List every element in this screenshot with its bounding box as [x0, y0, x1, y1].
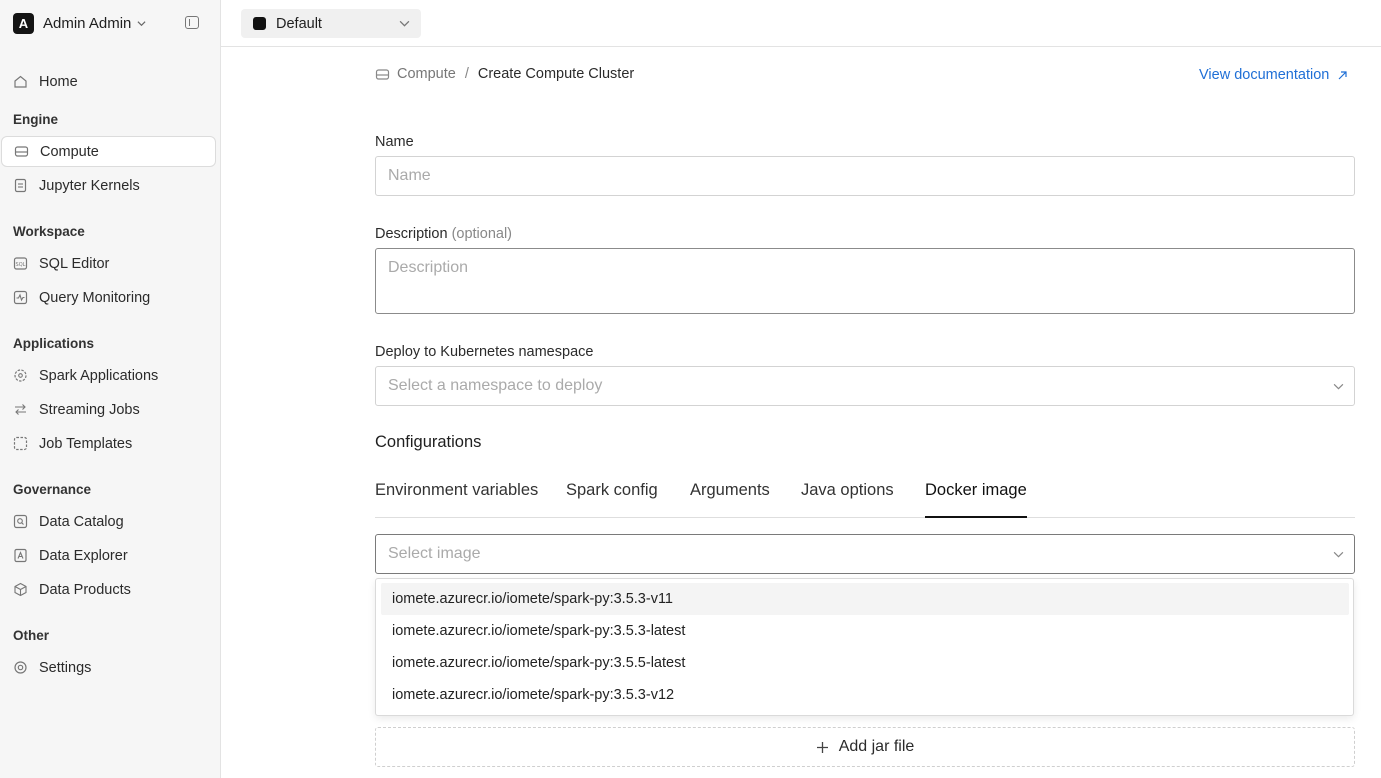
- dropdown-option[interactable]: iomete.azurecr.io/iomete/spark-py:3.5.5-…: [381, 647, 1349, 679]
- sidebar-item-label: Settings: [39, 659, 92, 676]
- notebook-icon: [13, 178, 28, 193]
- view-documentation-link[interactable]: View documentation: [1199, 67, 1348, 83]
- section-applications: Applications: [13, 336, 95, 351]
- sidebar-item-jupyter-kernels[interactable]: Jupyter Kernels: [1, 170, 216, 201]
- sidebar-item-query-monitoring[interactable]: Query Monitoring: [1, 282, 216, 313]
- template-icon: [13, 436, 28, 451]
- chevron-down-icon: [1333, 383, 1344, 390]
- tab-java-options[interactable]: Java options: [801, 481, 894, 518]
- dropdown-option[interactable]: iomete.azurecr.io/iomete/spark-py:3.5.3-…: [381, 615, 1349, 647]
- tab-docker-image[interactable]: Docker image: [925, 481, 1027, 518]
- sidebar-item-sql-editor[interactable]: SQL SQL Editor: [1, 248, 216, 279]
- view-documentation-label: View documentation: [1199, 67, 1330, 83]
- sidebar-toggle-icon[interactable]: [185, 16, 199, 29]
- sidebar-item-label: Data Explorer: [39, 547, 128, 564]
- sidebar-item-label: Job Templates: [39, 435, 133, 452]
- sidebar-item-streaming-jobs[interactable]: Streaming Jobs: [1, 394, 216, 425]
- plus-icon: [816, 741, 828, 753]
- sidebar-item-data-explorer[interactable]: Data Explorer: [1, 540, 216, 571]
- package-icon: [13, 582, 28, 597]
- sidebar-item-data-catalog[interactable]: Data Catalog: [1, 506, 216, 537]
- namespace-placeholder: Select a namespace to deploy: [388, 377, 603, 394]
- add-jar-button[interactable]: Add jar file: [375, 727, 1355, 767]
- svg-text:SQL: SQL: [16, 262, 26, 268]
- sidebar-item-home[interactable]: Home: [1, 66, 216, 97]
- user-menu[interactable]: A Admin Admin: [13, 12, 213, 34]
- description-label-text: Description: [375, 226, 448, 242]
- breadcrumb: Compute / Create Compute Cluster: [375, 65, 634, 83]
- sidebar-item-label: Compute: [40, 143, 99, 160]
- add-jar-label: Add jar file: [838, 738, 915, 755]
- section-other: Other: [13, 628, 50, 643]
- optional-hint: (optional): [451, 226, 513, 242]
- docker-image-select[interactable]: Select image: [375, 534, 1355, 574]
- name-placeholder: Name: [388, 167, 431, 184]
- sidebar-item-settings[interactable]: Settings: [1, 652, 216, 683]
- chevron-down-icon: [137, 20, 146, 26]
- section-engine: Engine: [13, 112, 59, 127]
- sidebar-item-label: Streaming Jobs: [39, 401, 140, 418]
- external-link-icon: [1338, 70, 1347, 79]
- workspace-icon: [253, 17, 266, 30]
- configurations-title: Configurations: [375, 433, 482, 451]
- docker-image-dropdown: iomete.azurecr.io/iomete/spark-py:3.5.3-…: [375, 578, 1354, 716]
- avatar: A: [13, 12, 34, 34]
- chevron-down-icon: [1333, 551, 1344, 558]
- sidebar-item-label: Data Products: [39, 581, 131, 598]
- catalog-icon: [13, 514, 28, 529]
- docker-image-placeholder: Select image: [388, 545, 481, 562]
- gear-icon: [13, 660, 28, 675]
- chevron-down-icon: [399, 20, 410, 27]
- sidebar-item-label: Query Monitoring: [39, 289, 151, 306]
- sidebar-item-label: Jupyter Kernels: [39, 177, 140, 194]
- sidebar-item-data-products[interactable]: Data Products: [1, 574, 216, 605]
- sidebar-item-job-templates[interactable]: Job Templates: [1, 428, 216, 459]
- namespace-label: Deploy to Kubernetes namespace: [375, 344, 594, 360]
- tab-arguments[interactable]: Arguments: [690, 481, 770, 518]
- sidebar: A Admin Admin Home Engine Compute Jupyte…: [0, 0, 221, 778]
- spark-icon: [13, 368, 28, 383]
- sidebar-item-spark-applications[interactable]: Spark Applications: [1, 360, 216, 391]
- breadcrumb-separator: /: [464, 66, 469, 82]
- namespace-select[interactable]: Select a namespace to deploy: [375, 366, 1355, 406]
- workspace-label: Default: [276, 15, 322, 32]
- sidebar-item-label: Spark Applications: [39, 367, 159, 384]
- description-textarea[interactable]: Description: [375, 248, 1355, 314]
- server-icon: [14, 144, 29, 159]
- sql-icon: SQL: [13, 256, 28, 271]
- home-icon: [13, 74, 28, 89]
- config-tabs: Environment variables Spark config Argum…: [375, 470, 1355, 518]
- name-input[interactable]: Name: [375, 156, 1355, 196]
- description-label: Description (optional): [375, 226, 512, 242]
- section-governance: Governance: [13, 482, 92, 497]
- breadcrumb-parent[interactable]: Compute: [397, 66, 456, 82]
- top-bar: Default: [221, 0, 1381, 47]
- tab-environment-variables[interactable]: Environment variables: [375, 481, 538, 518]
- activity-icon: [13, 290, 28, 305]
- server-icon: [375, 68, 390, 80]
- user-name: Admin Admin: [43, 14, 132, 32]
- description-placeholder: Description: [388, 259, 469, 276]
- sidebar-item-label: SQL Editor: [39, 255, 110, 272]
- explorer-icon: [13, 548, 28, 563]
- sidebar-item-compute[interactable]: Compute: [1, 136, 216, 167]
- sidebar-item-label: Home: [39, 73, 78, 90]
- section-workspace: Workspace: [13, 224, 85, 239]
- tab-spark-config[interactable]: Spark config: [566, 481, 658, 518]
- breadcrumb-current: Create Compute Cluster: [477, 66, 635, 82]
- dropdown-option[interactable]: iomete.azurecr.io/iomete/spark-py:3.5.3-…: [381, 679, 1349, 711]
- sidebar-item-label: Data Catalog: [39, 513, 124, 530]
- dropdown-option[interactable]: iomete.azurecr.io/iomete/spark-py:3.5.3-…: [381, 583, 1349, 615]
- stream-icon: [13, 402, 28, 417]
- workspace-select[interactable]: Default: [241, 9, 421, 38]
- name-label: Name: [375, 134, 414, 150]
